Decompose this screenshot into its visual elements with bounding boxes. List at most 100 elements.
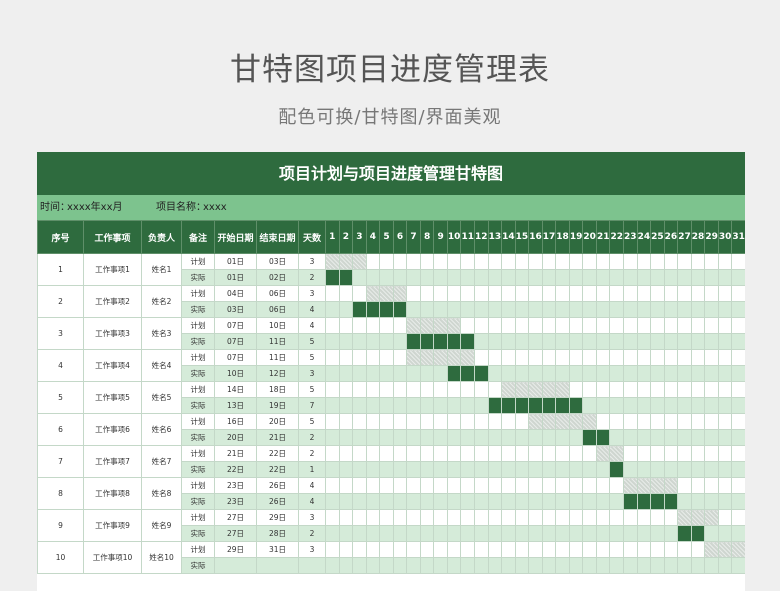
plan-day-cell xyxy=(650,317,665,334)
actual-day-cell xyxy=(663,365,679,382)
actual-day-cell xyxy=(419,557,435,574)
actual-day-cell xyxy=(555,461,570,478)
actual-day-cell xyxy=(717,461,733,478)
actual-day-cell xyxy=(650,525,665,542)
actual-day-cell xyxy=(663,301,679,318)
actual-day-cell xyxy=(419,493,435,510)
actual-day-cell xyxy=(406,525,421,542)
plan-day-cell xyxy=(731,381,745,398)
row-note: 实际 xyxy=(181,365,215,382)
actual-day-cell xyxy=(419,365,435,382)
actual-day-cell xyxy=(352,557,367,574)
plan-day-cell xyxy=(582,445,597,462)
actual-day-cell xyxy=(663,269,679,286)
plan-day-cell xyxy=(677,381,692,398)
end-date: 10日 xyxy=(256,317,299,334)
plan-day-cell xyxy=(460,317,475,334)
day-count: 3 xyxy=(298,253,326,270)
actual-day-cell xyxy=(392,301,408,318)
plan-day-cell xyxy=(609,381,625,398)
task-seq: 1 xyxy=(37,253,84,286)
actual-day-cell xyxy=(460,493,475,510)
plan-day-cell xyxy=(433,541,448,558)
plan-day-cell xyxy=(717,509,733,526)
plan-day-cell xyxy=(731,413,745,430)
start-date: 01日 xyxy=(214,253,257,270)
actual-day-cell xyxy=(528,461,543,478)
plan-day-cell xyxy=(419,445,435,462)
actual-day-cell xyxy=(555,365,570,382)
start-date: 10日 xyxy=(214,365,257,382)
actual-day-cell xyxy=(582,493,597,510)
actual-day-cell xyxy=(392,557,408,574)
task-owner: 姓名5 xyxy=(141,381,182,414)
actual-day-cell xyxy=(446,429,462,446)
plan-day-cell xyxy=(419,541,435,558)
plan-day-cell xyxy=(541,477,557,494)
day-count: 5 xyxy=(298,333,326,350)
plan-day-cell xyxy=(541,541,557,558)
task-seq: 2 xyxy=(37,285,84,318)
plan-day-cell xyxy=(690,445,706,462)
plan-day-cell xyxy=(419,285,435,302)
plan-day-cell xyxy=(595,253,611,270)
actual-day-cell xyxy=(460,333,475,350)
day-count: 3 xyxy=(298,285,326,302)
plan-day-cell xyxy=(419,509,435,526)
actual-day-cell xyxy=(501,525,516,542)
actual-day-cell xyxy=(446,493,462,510)
row-note: 计划 xyxy=(181,509,215,526)
actual-day-cell xyxy=(392,461,408,478)
actual-day-cell xyxy=(636,557,652,574)
header-day: 14 xyxy=(501,220,516,254)
header-day: 15 xyxy=(514,220,530,254)
actual-day-cell xyxy=(595,557,611,574)
actual-day-cell xyxy=(365,397,381,414)
actual-day-cell xyxy=(487,397,503,414)
header-day: 25 xyxy=(650,220,665,254)
row-note: 计划 xyxy=(181,477,215,494)
actual-day-cell xyxy=(731,493,745,510)
start-date: 03日 xyxy=(214,301,257,318)
actual-day-cell xyxy=(379,493,394,510)
task-seq: 4 xyxy=(37,349,84,382)
task-owner: 姓名2 xyxy=(141,285,182,318)
plan-day-cell xyxy=(623,349,638,366)
plan-day-cell xyxy=(474,253,489,270)
plan-day-cell xyxy=(690,477,706,494)
plan-day-cell xyxy=(636,413,652,430)
actual-day-cell xyxy=(501,301,516,318)
day-count: 5 xyxy=(298,381,326,398)
task-name: 工作事项5 xyxy=(83,381,142,414)
actual-day-cell xyxy=(433,397,448,414)
plan-day-cell xyxy=(623,413,638,430)
plan-day-cell xyxy=(717,381,733,398)
actual-day-cell xyxy=(704,493,719,510)
actual-day-cell xyxy=(609,557,625,574)
actual-day-cell xyxy=(690,557,706,574)
start-date: 14日 xyxy=(214,381,257,398)
table-row: 10 工作事项10 姓名10 计划 29日 31日 3 xyxy=(37,541,745,574)
plan-day-cell xyxy=(406,381,421,398)
plan-day-cell xyxy=(338,381,354,398)
actual-day-cell xyxy=(365,525,381,542)
plan-day-cell xyxy=(392,253,408,270)
actual-day-cell xyxy=(514,333,530,350)
actual-day-cell xyxy=(514,429,530,446)
plan-day-cell xyxy=(704,509,719,526)
header-day: 26 xyxy=(663,220,679,254)
plan-day-cell xyxy=(446,509,462,526)
actual-day-cell xyxy=(717,365,733,382)
header-day: 11 xyxy=(460,220,475,254)
actual-day-cell xyxy=(487,269,503,286)
plan-day-cell xyxy=(690,253,706,270)
actual-day-cell xyxy=(446,301,462,318)
actual-day-cell xyxy=(501,429,516,446)
actual-day-cell xyxy=(528,269,543,286)
actual-day-cell xyxy=(690,333,706,350)
actual-day-cell xyxy=(474,333,489,350)
row-note: 计划 xyxy=(181,253,215,270)
actual-day-cell xyxy=(636,493,652,510)
plan-day-cell xyxy=(352,349,367,366)
plan-day-cell xyxy=(487,253,503,270)
